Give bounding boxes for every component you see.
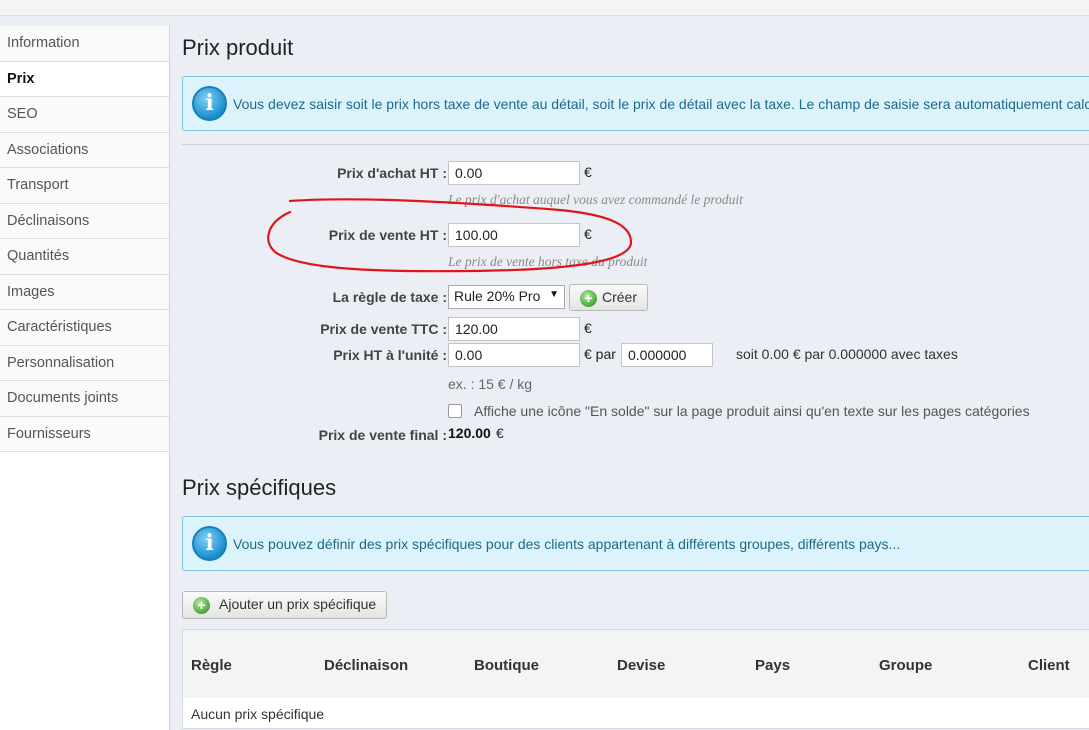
on-sale-label: Affiche une icône "En solde" sur la page… [474,403,1030,419]
column-boutique: Boutique [474,657,539,674]
section-divider [182,144,1089,145]
unit-price-summary: soit 0.00 € par 0.000000 avec taxes [736,346,958,362]
create-tax-rule-button[interactable]: + Créer [569,284,649,311]
price-section-title: Prix produit [182,35,294,60]
product-tabs-sidebar: Information Prix SEO Associations Transp… [0,26,170,730]
sidebar-item-transport[interactable]: Transport [0,168,169,204]
top-bar [0,0,1089,16]
empty-table-message: Aucun prix spécifique [191,706,325,722]
price-info-text: Vous devez saisir soit le prix hors taxe… [233,96,1089,112]
retail-currency: € [584,226,592,242]
retail-ttc-label: Prix de vente TTC : [320,321,447,337]
column-pays: Pays [755,657,791,674]
wholesale-price-label: Prix d'achat HT : [337,165,447,181]
dropdown-arrow-icon: ▼ [549,289,559,300]
column-regle: Règle [191,657,232,674]
retail-price-input[interactable] [448,223,580,247]
retail-ttc-input[interactable] [448,317,580,341]
sidebar-item-caracteristiques[interactable]: Caractéristiques [0,310,169,346]
tax-rule-select[interactable]: Rule 20% Pro ▼ [448,285,565,309]
column-devise: Devise [617,657,666,674]
sidebar-item-documents-joints[interactable]: Documents joints [0,381,169,417]
sidebar-item-associations[interactable]: Associations [0,132,169,168]
sidebar-item-declinaisons[interactable]: Déclinaisons [0,203,169,239]
main-content: Prix produit i Vous devez saisir soit le… [182,26,1089,730]
sidebar-item-prix[interactable]: Prix [0,61,169,97]
plus-icon: + [193,597,210,614]
create-button-label: Créer [602,289,638,305]
specific-info-alert: i Vous pouvez définir des prix spécifiqu… [182,516,1089,571]
add-specific-price-button[interactable]: + Ajouter un prix spécifique [182,591,388,619]
tax-rule-selected: Rule 20% Pro [454,288,541,304]
sidebar-item-images[interactable]: Images [0,274,169,310]
retail-price-label: Prix de vente HT : [328,227,447,243]
sidebar-item-seo[interactable]: SEO [0,97,169,133]
info-icon: i [192,86,227,121]
sidebar-item-personnalisation[interactable]: Personnalisation [0,345,169,381]
table-header: Règle Déclinaison Boutique Devise Pays G… [183,630,1089,698]
retail-ttc-currency: € [584,320,592,336]
sidebar-item-quantites[interactable]: Quantités [0,239,169,275]
unit-price-currency-par: € par [584,346,616,362]
column-declinaison: Déclinaison [324,657,409,674]
unit-price-example: ex. : 15 € / kg [448,376,533,392]
sidebar-item-fournisseurs[interactable]: Fournisseurs [0,416,169,452]
wholesale-currency: € [584,164,592,180]
column-groupe: Groupe [879,657,933,674]
unit-price-label: Prix HT à l'unité : [333,347,447,363]
add-specific-price-label: Ajouter un prix spécifique [219,596,377,612]
unit-value-input[interactable] [621,343,713,367]
column-client: Client [1028,657,1070,674]
specific-info-text: Vous pouvez définir des prix spécifiques… [233,536,901,552]
info-icon: i [192,526,227,561]
sidebar-item-information[interactable]: Information [0,26,169,62]
tax-rule-label: La règle de taxe : [332,289,447,305]
on-sale-checkbox[interactable] [448,404,462,418]
retail-price-hint: Le prix de vente hors taxe du produit [448,254,648,269]
final-price-label: Prix de vente final : [318,427,447,443]
specific-prices-table: Règle Déclinaison Boutique Devise Pays G… [182,629,1089,729]
price-info-alert: i Vous devez saisir soit le prix hors ta… [182,76,1089,131]
specific-section-title: Prix spécifiques [182,475,337,500]
wholesale-price-hint: Le prix d'achat auquel vous avez command… [448,192,743,207]
wholesale-price-input[interactable] [448,161,580,185]
final-price-currency: € [496,425,504,441]
plus-icon: + [580,290,597,307]
unit-price-input[interactable] [448,343,580,367]
final-price-value: 120.00 [448,425,491,441]
